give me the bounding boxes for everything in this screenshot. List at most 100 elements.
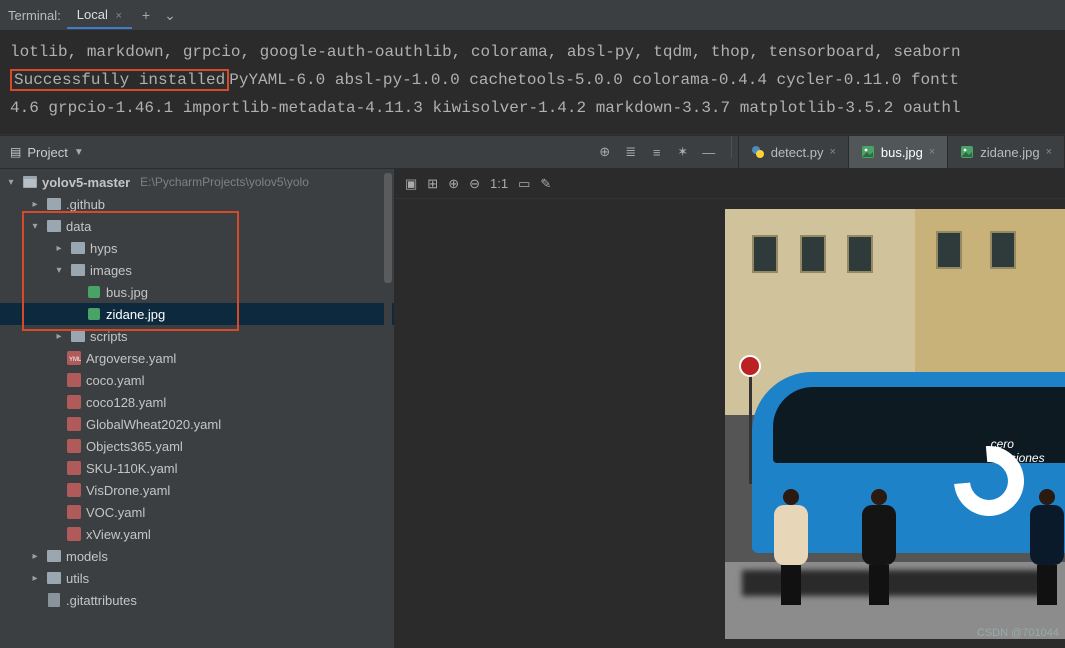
close-icon[interactable]: × xyxy=(1046,146,1052,158)
image-person xyxy=(854,489,904,605)
tree-file-zidane[interactable]: zidane.jpg xyxy=(0,303,394,325)
tree-dir-models[interactable]: ▸ models xyxy=(0,545,394,567)
editor-area: ▣ ⊞ ⊕ ⊖ 1:1 ▭ ✎ cero emision xyxy=(395,169,1065,648)
image-canvas[interactable]: cero emisiones xyxy=(395,199,1065,648)
folder-icon xyxy=(70,328,86,344)
yaml-file-icon xyxy=(66,372,82,388)
svg-text:YML: YML xyxy=(69,357,81,363)
tree-dir-utils[interactable]: ▸ utils xyxy=(0,567,394,589)
terminal-title: Terminal: xyxy=(8,8,61,23)
close-icon[interactable]: × xyxy=(115,10,121,22)
preview-image-bus: cero emisiones xyxy=(725,209,1065,639)
chevron-right-icon[interactable]: ▸ xyxy=(28,573,42,584)
collapse-all-icon[interactable]: ≡ xyxy=(647,142,667,162)
tree-file-objects365[interactable]: Objects365.yaml xyxy=(0,435,394,457)
tab-bus-jpg[interactable]: bus.jpg × xyxy=(849,136,948,168)
scrollbar[interactable] xyxy=(384,173,392,433)
highlight-success: Successfully installed xyxy=(10,69,229,91)
folder-icon xyxy=(70,262,86,278)
folder-icon xyxy=(46,548,62,564)
tree-label: scripts xyxy=(90,329,128,344)
chevron-down-icon[interactable]: ▾ xyxy=(28,221,42,232)
watermark: CSDN @701044 xyxy=(977,627,1059,639)
chevron-right-icon[interactable]: ▸ xyxy=(28,199,42,210)
tab-label: detect.py xyxy=(771,145,824,160)
zoom-in-icon[interactable]: ⊕ xyxy=(448,176,459,192)
tree-label: utils xyxy=(66,571,89,586)
tree-file-voc[interactable]: VOC.yaml xyxy=(0,501,394,523)
chevron-down-icon[interactable]: ▾ xyxy=(4,177,18,188)
tree-label: coco128.yaml xyxy=(86,395,166,410)
tab-detect-py[interactable]: detect.py × xyxy=(739,136,849,168)
yaml-file-icon xyxy=(66,504,82,520)
terminal-tab-local[interactable]: Local × xyxy=(67,2,132,29)
tree-label: coco.yaml xyxy=(86,373,145,388)
terminal-text: PyYAML-6.0 absl-py-1.0.0 cachetools-5.0.… xyxy=(229,71,959,89)
hide-panel-icon[interactable]: — xyxy=(699,142,719,162)
tree-dir-hyps[interactable]: ▸ hyps xyxy=(0,237,394,259)
tab-label: zidane.jpg xyxy=(980,145,1039,160)
tree-file-gitattributes[interactable]: .gitattributes xyxy=(0,589,394,611)
tree-label: bus.jpg xyxy=(106,285,148,300)
tree-root[interactable]: ▾ yolov5-master E:\PycharmProjects\yolov… xyxy=(0,171,394,193)
tree-label: GlobalWheat2020.yaml xyxy=(86,417,221,432)
fit-to-window-icon[interactable]: ▣ xyxy=(405,176,417,192)
chevron-down-icon[interactable]: ▾ xyxy=(52,265,66,276)
tab-zidane-jpg[interactable]: zidane.jpg × xyxy=(948,136,1065,168)
tree-file-visdrone[interactable]: VisDrone.yaml xyxy=(0,479,394,501)
terminal-dropdown-button[interactable]: ⌄ xyxy=(160,7,180,24)
chevron-right-icon[interactable]: ▸ xyxy=(52,331,66,342)
tree-dir-scripts[interactable]: ▸ scripts xyxy=(0,325,394,347)
chevron-down-icon: ▼ xyxy=(74,147,84,158)
actual-size-button[interactable]: 1:1 xyxy=(490,176,508,191)
scrollbar-thumb[interactable] xyxy=(384,173,392,283)
yaml-file-icon xyxy=(66,416,82,432)
tree-file-coco128[interactable]: coco128.yaml xyxy=(0,391,394,413)
tree-file-bus[interactable]: bus.jpg xyxy=(0,281,394,303)
yaml-file-icon xyxy=(66,482,82,498)
image-file-icon xyxy=(86,306,102,322)
tree-label: SKU-110K.yaml xyxy=(86,461,178,476)
tab-label: bus.jpg xyxy=(881,145,923,160)
tree-label: .github xyxy=(66,197,105,212)
project-tree[interactable]: ▾ yolov5-master E:\PycharmProjects\yolov… xyxy=(0,169,395,648)
close-icon[interactable]: × xyxy=(829,146,835,158)
tree-file-sku110k[interactable]: SKU-110K.yaml xyxy=(0,457,394,479)
chevron-right-icon[interactable]: ▸ xyxy=(52,243,66,254)
terminal-line: Successfully installedPyYAML-6.0 absl-py… xyxy=(10,66,1055,94)
tree-file-argoverse[interactable]: YMLArgoverse.yaml xyxy=(0,347,394,369)
crop-icon[interactable]: ▭ xyxy=(518,176,530,192)
target-icon[interactable]: ⊕ xyxy=(595,142,615,162)
tree-label: models xyxy=(66,549,108,564)
terminal-line: 4.6 grpcio-1.46.1 importlib-metadata-4.1… xyxy=(10,94,1055,122)
new-terminal-tab-button[interactable]: + xyxy=(138,7,154,23)
tree-dir-github[interactable]: ▸ .github xyxy=(0,193,394,215)
close-icon[interactable]: × xyxy=(929,146,935,158)
gear-icon[interactable]: ✶ xyxy=(673,142,693,162)
folder-icon xyxy=(46,218,62,234)
color-picker-icon[interactable]: ✎ xyxy=(540,176,551,192)
tree-file-coco[interactable]: coco.yaml xyxy=(0,369,394,391)
toolstrip: ▤ Project ▼ ⊕ ≣ ≡ ✶ — detect.py × bus.jp… xyxy=(0,135,1065,169)
tree-dir-data[interactable]: ▾ data xyxy=(0,215,394,237)
project-toolbar: ⊕ ≣ ≡ ✶ — xyxy=(589,136,725,168)
expand-all-icon[interactable]: ≣ xyxy=(621,142,641,162)
project-tool-button[interactable]: ▤ Project ▼ xyxy=(0,136,94,168)
python-file-icon xyxy=(751,145,765,159)
grid-icon[interactable]: ⊞ xyxy=(427,176,438,192)
module-folder-icon xyxy=(22,174,38,190)
image-detail xyxy=(936,231,962,269)
tree-file-globalwheat[interactable]: GlobalWheat2020.yaml xyxy=(0,413,394,435)
tree-file-xview[interactable]: xView.yaml xyxy=(0,523,394,545)
image-detail xyxy=(800,235,826,273)
terminal-output[interactable]: lotlib, markdown, grpcio, google-auth-oa… xyxy=(0,30,1065,134)
terminal-panel: Terminal: Local × + ⌄ lotlib, markdown, … xyxy=(0,0,1065,135)
image-file-icon xyxy=(86,284,102,300)
image-file-icon xyxy=(960,145,974,159)
yaml-file-icon: YML xyxy=(66,350,82,366)
image-person xyxy=(1022,489,1065,605)
yaml-file-icon xyxy=(66,394,82,410)
zoom-out-icon[interactable]: ⊖ xyxy=(469,176,480,192)
chevron-right-icon[interactable]: ▸ xyxy=(28,551,42,562)
tree-dir-images[interactable]: ▾ images xyxy=(0,259,394,281)
